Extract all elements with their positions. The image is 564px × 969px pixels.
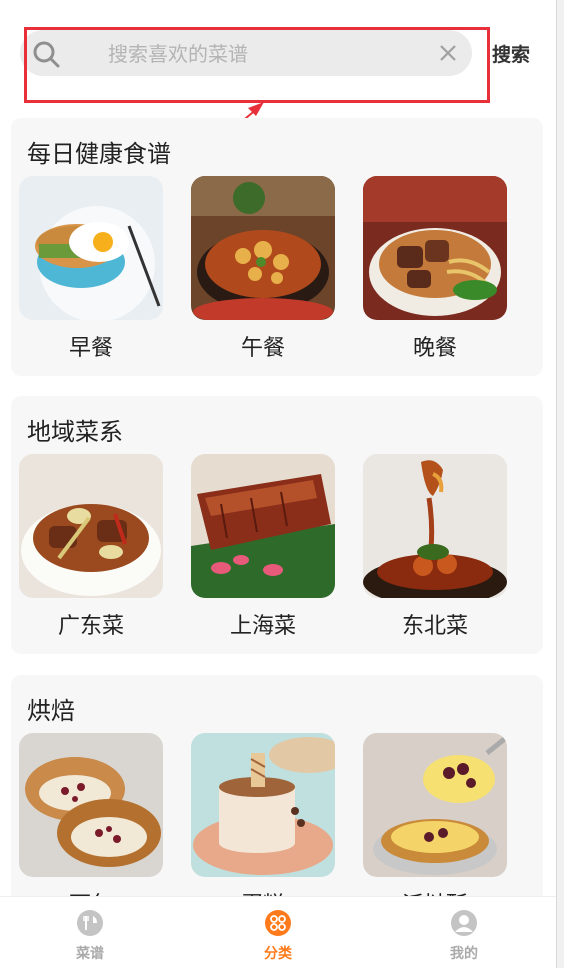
- category-label: 早餐: [68, 336, 113, 361]
- category-label: 东北菜: [401, 614, 468, 639]
- breakfast-image: [19, 176, 163, 320]
- category-card-breakfast[interactable]: 早餐: [19, 176, 163, 362]
- category-card-dinner[interactable]: 晚餐: [363, 176, 507, 362]
- section-baking: 烘焙 面包: [11, 675, 543, 933]
- tab-category[interactable]: 分类: [238, 909, 318, 963]
- tab-label: 菜谱: [76, 946, 104, 962]
- profile-icon: [451, 910, 477, 936]
- search-button[interactable]: 搜索: [492, 40, 530, 67]
- search-input[interactable]: [106, 38, 430, 70]
- scrollbar-edge: [556, 0, 564, 968]
- cake-image: [191, 733, 335, 877]
- category-card-bread[interactable]: 面包: [19, 733, 163, 919]
- tab-profile[interactable]: 我的: [424, 909, 504, 963]
- category-label: 上海菜: [229, 614, 296, 639]
- tab-cookbook[interactable]: 菜谱: [50, 909, 130, 963]
- category-card-shanghai[interactable]: 上海菜: [191, 454, 335, 640]
- section-title: 地域菜系: [27, 418, 123, 446]
- shanghai-image: [191, 454, 335, 598]
- section-regional-cuisine: 地域菜系 广东菜 上海菜 东北菜: [11, 396, 543, 654]
- bottom-tab-bar: 菜谱 分类 我的: [0, 896, 556, 969]
- section-daily-recipes: 每日健康食谱 早餐 午餐 晚餐: [11, 118, 543, 376]
- section-title: 每日健康食谱: [27, 140, 171, 168]
- category-label: 广东菜: [57, 614, 124, 639]
- section-title: 烘焙: [27, 697, 75, 725]
- category-card-tart[interactable]: 派挞酥: [363, 733, 507, 919]
- lunch-image: [191, 176, 335, 320]
- northeastern-image: [363, 454, 507, 598]
- dinner-image: [363, 176, 507, 320]
- category-label: 午餐: [240, 336, 285, 361]
- category-card-lunch[interactable]: 午餐: [191, 176, 335, 362]
- tart-image: [363, 733, 507, 877]
- search-icon: [33, 41, 60, 68]
- category-card-cake[interactable]: 蛋糕: [191, 733, 335, 919]
- cookbook-icon: [77, 910, 103, 936]
- category-card-cantonese[interactable]: 广东菜: [19, 454, 163, 640]
- category-card-northeastern[interactable]: 东北菜: [363, 454, 507, 640]
- tab-label: 分类: [264, 946, 292, 962]
- tab-label: 我的: [450, 946, 478, 962]
- category-icon: [265, 910, 291, 936]
- cantonese-image: [19, 454, 163, 598]
- category-label: 晚餐: [412, 336, 457, 361]
- bread-image: [19, 733, 163, 877]
- clear-icon[interactable]: [438, 43, 458, 63]
- search-bar[interactable]: [20, 30, 472, 76]
